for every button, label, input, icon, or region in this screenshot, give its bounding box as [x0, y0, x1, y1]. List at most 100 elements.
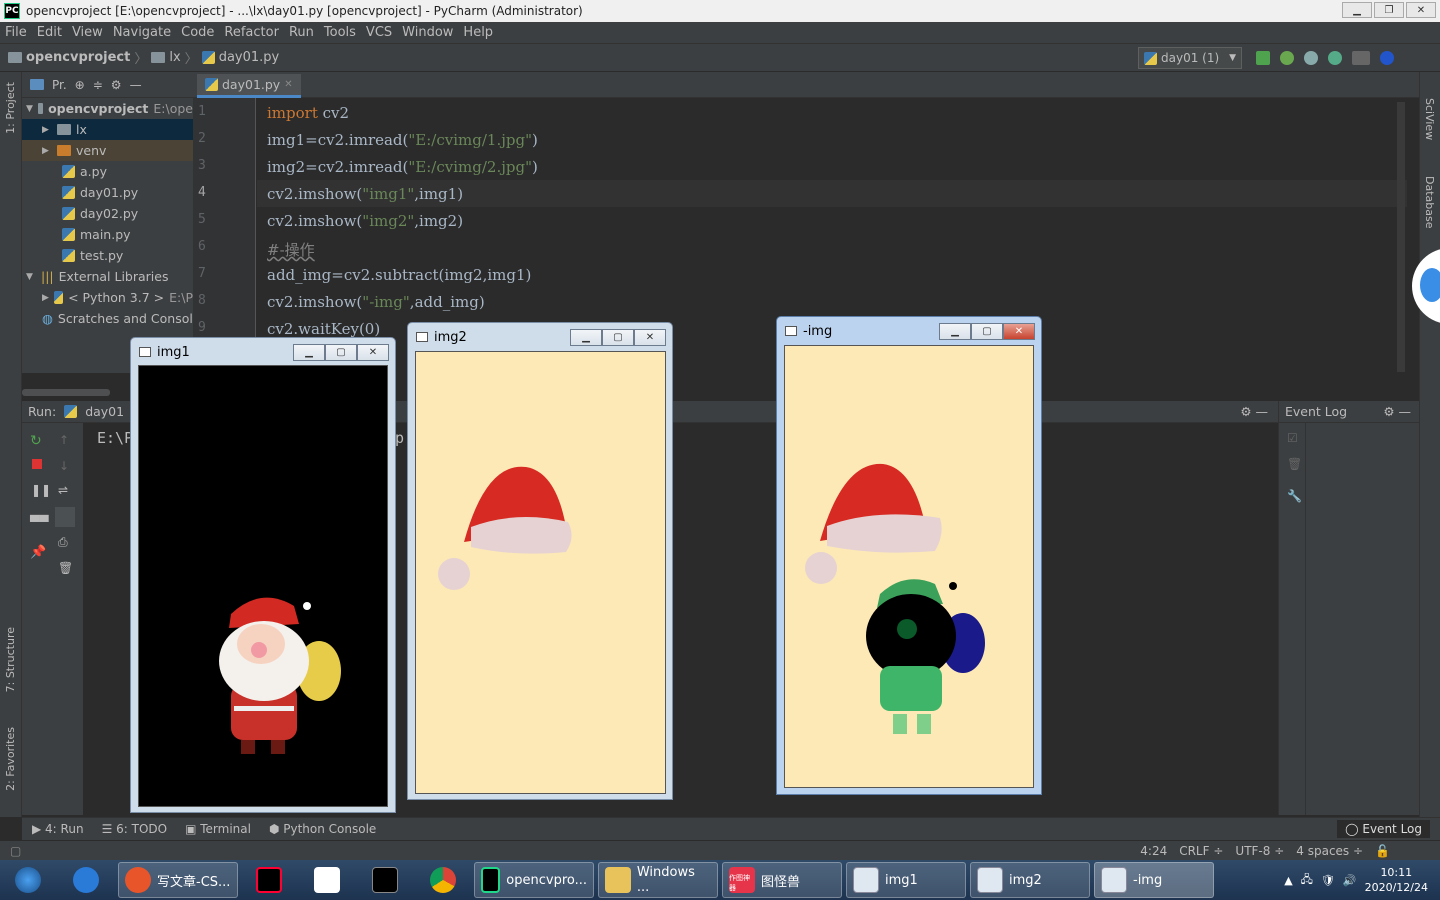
trash-icon[interactable]: 🗑 — [58, 561, 73, 575]
taskbar-pycharm[interactable]: opencvpro... — [474, 862, 594, 898]
menu-window[interactable]: Window — [397, 25, 458, 40]
keyboard-icon[interactable] — [1352, 51, 1370, 65]
tab-event-log[interactable]: ◯ Event Log — [1337, 820, 1430, 838]
tree-item-venv[interactable]: ▶ venv — [22, 140, 193, 161]
close-button[interactable]: ✕ — [357, 344, 389, 361]
gear-icon[interactable]: ⚙ — — [1383, 404, 1419, 419]
locate-icon[interactable]: ⊕ — [75, 78, 85, 92]
tool-sciview[interactable]: SciView — [1423, 98, 1436, 140]
code-line[interactable]: add_img=cv2.subtract(img2,img1) — [267, 266, 531, 284]
gear-icon[interactable]: ⚙ — [111, 78, 122, 92]
gear-icon[interactable]: ⚙ — — [1240, 404, 1278, 419]
breadcrumb-file[interactable]: day01.py — [219, 50, 280, 65]
volume-icon[interactable]: 🔊 — [1343, 874, 1357, 887]
tree-item-day01-py[interactable]: day01.py — [22, 182, 193, 203]
minimize-button[interactable]: ▁ — [939, 323, 971, 340]
tab-terminal[interactable]: ▣ Terminal — [185, 822, 251, 836]
pause-icon[interactable]: ❚❚ — [31, 483, 51, 497]
menu-edit[interactable]: Edit — [32, 25, 67, 40]
tool-database[interactable]: Database — [1423, 176, 1436, 229]
taskbar-minus-img[interactable]: -img — [1094, 862, 1214, 898]
lock-icon[interactable]: 🔓 — [1375, 844, 1390, 858]
rerun-icon[interactable] — [1256, 51, 1270, 65]
help-icon[interactable] — [1380, 51, 1394, 65]
pin-icon[interactable]: 📌 — [30, 545, 46, 560]
minimize-button[interactable]: ▁ — [293, 344, 325, 361]
taskbar-tuguaishou[interactable]: 作图神器 图怪兽 — [722, 862, 842, 898]
mark-read-icon[interactable]: ☑ — [1287, 431, 1298, 445]
minimize-button[interactable]: ▁ — [570, 329, 602, 346]
menu-file[interactable]: File — [0, 25, 32, 40]
tree-item-day02-py[interactable]: day02.py — [22, 203, 193, 224]
tool-favorites[interactable]: 2: Favorites — [4, 727, 17, 791]
code-line[interactable]: import cv2 — [267, 104, 349, 122]
floating-assistant-widget[interactable] — [1412, 248, 1440, 324]
layout-icon[interactable]: ▀▀ — [30, 515, 48, 529]
cv-window-img1[interactable]: img1 ▁ ▢ ✕ — [130, 337, 396, 813]
project-view-select[interactable]: Pr. — [52, 78, 67, 92]
code-line[interactable]: img1=cv2.imread("E:/cvimg/1.jpg") — [267, 131, 538, 149]
scroll-to-end-icon[interactable] — [55, 507, 75, 527]
taskbar-chrome[interactable] — [416, 862, 470, 898]
print-icon[interactable]: ⎙ — [58, 535, 68, 550]
cv-window-minus-img[interactable]: -img ▁ ▢ ✕ — [776, 316, 1042, 795]
code-line[interactable]: cv2.imshow("img2",img2) — [267, 212, 463, 230]
rerun-icon[interactable]: ↻ — [30, 433, 42, 449]
cv-window-img2[interactable]: img2 ▁ ▢ ✕ — [407, 322, 673, 800]
tree-item-test-py[interactable]: test.py — [22, 245, 193, 266]
coverage-icon[interactable] — [1304, 51, 1318, 65]
menu-run[interactable]: Run — [284, 25, 319, 40]
tree-scratches[interactable]: ◍ Scratches and Console — [22, 308, 193, 329]
down-arrow-icon[interactable]: ↓ — [59, 459, 69, 473]
debug-icon[interactable] — [1280, 51, 1294, 65]
tree-item-main-py[interactable]: main.py — [22, 224, 193, 245]
taskbar-cmd[interactable] — [358, 862, 412, 898]
editor-scrollbar[interactable] — [1397, 102, 1405, 372]
maximize-button[interactable]: ▢ — [325, 344, 357, 361]
tree-item-a-py[interactable]: a.py — [22, 161, 193, 182]
menu-tools[interactable]: Tools — [319, 25, 361, 40]
taskbar-firefox[interactable]: 写文章-CS... — [118, 862, 238, 898]
network-icon[interactable]: 🖧 — [1301, 871, 1313, 890]
code-line[interactable]: cv2.imshow("-img",add_img) — [267, 293, 485, 311]
status-indent[interactable]: 4 spaces ÷ — [1296, 844, 1363, 858]
breadcrumb-folder[interactable]: lx — [169, 50, 180, 65]
taskbar-img1[interactable]: img1 — [846, 862, 966, 898]
tray-up-arrow-icon[interactable]: ▲ — [1284, 874, 1292, 887]
code-line[interactable]: cv2.waitKey(0) — [267, 320, 380, 338]
up-arrow-icon[interactable]: ↑ — [59, 433, 69, 447]
hide-icon[interactable]: — — [130, 78, 142, 92]
clock-time[interactable]: 10:11 — [1365, 865, 1428, 880]
profile-icon[interactable] — [1328, 51, 1342, 65]
close-button[interactable]: ✕ — [1406, 2, 1436, 18]
tab-python-console[interactable]: ⬢ Python Console — [269, 822, 376, 836]
close-button[interactable]: ✕ — [634, 329, 666, 346]
status-encoding[interactable]: UTF-8 ÷ — [1235, 844, 1284, 858]
tab-run[interactable]: ▶ 4: Run — [32, 822, 84, 836]
tree-root[interactable]: ▼ opencvproject E:\ope — [22, 98, 193, 119]
tab-day01-py[interactable]: day01.py ✕ — [197, 74, 301, 98]
maximize-button[interactable]: ❐ — [1374, 2, 1404, 18]
tree-item-lx[interactable]: ▶ lx — [22, 119, 193, 140]
taskbar-ie[interactable] — [58, 862, 114, 898]
taskbar-explorer[interactable]: Windows ... — [598, 862, 718, 898]
panel-toggle-icon[interactable]: ▢ — [10, 844, 21, 858]
tool-structure[interactable]: 7: Structure — [4, 627, 17, 692]
tree-external-libraries[interactable]: ▼ ||| External Libraries — [22, 266, 193, 287]
tree-python-sdk[interactable]: ▶ < Python 3.7 > E:\P — [22, 287, 193, 308]
maximize-button[interactable]: ▢ — [602, 329, 634, 346]
wrench-icon[interactable]: 🔧 — [1287, 489, 1302, 503]
clock-date[interactable]: 2020/12/24 — [1365, 880, 1428, 895]
status-line-separator[interactable]: CRLF ÷ — [1179, 844, 1223, 858]
taskbar-app[interactable] — [300, 862, 354, 898]
horizontal-scrollbar[interactable] — [22, 389, 110, 396]
run-tab-day01[interactable]: day01 — [85, 404, 124, 419]
menu-navigate[interactable]: Navigate — [108, 25, 176, 40]
trash-icon[interactable]: 🗑 — [1287, 457, 1302, 471]
menu-vcs[interactable]: VCS — [361, 25, 397, 40]
code-line[interactable]: cv2.imshow("img1",img1) — [267, 185, 463, 203]
taskbar-img2[interactable]: img2 — [970, 862, 1090, 898]
close-button[interactable]: ✕ — [1003, 323, 1035, 340]
close-tab-icon[interactable]: ✕ — [284, 79, 292, 90]
security-icon[interactable]: 🛡 — [1321, 874, 1335, 887]
